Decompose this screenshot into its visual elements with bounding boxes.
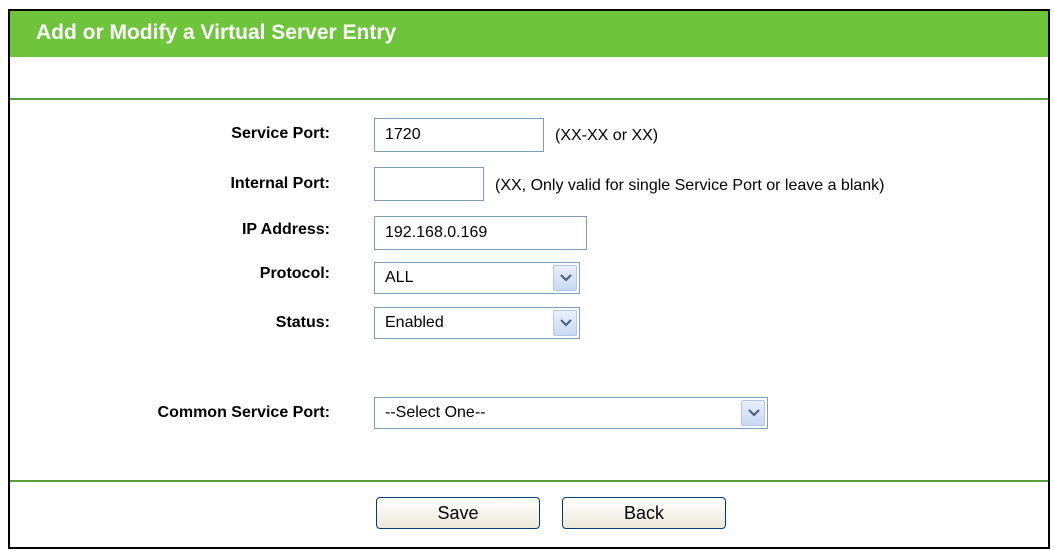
save-button[interactable]: Save — [376, 497, 540, 529]
ip-address-label: IP Address: — [241, 221, 330, 238]
ip-address-input[interactable]: 192.168.0.169 — [374, 216, 587, 250]
status-label: Status: — [275, 314, 330, 331]
page-title: Add or Modify a Virtual Server Entry — [36, 21, 397, 44]
status-selected-value: Enabled — [385, 314, 444, 331]
service-port-input[interactable]: 1720 — [374, 118, 544, 152]
chevron-down-icon[interactable] — [553, 265, 577, 291]
status-select[interactable]: Enabled — [374, 307, 580, 339]
protocol-selected-value: ALL — [385, 269, 414, 286]
virtual-server-panel: Add or Modify a Virtual Server Entry Ser… — [8, 9, 1050, 549]
common-service-port-select[interactable]: --Select One-- — [374, 397, 768, 429]
protocol-select[interactable]: ALL — [374, 262, 580, 294]
service-port-label: Service Port: — [231, 125, 330, 142]
service-port-hint: (XX-XX or XX) — [555, 127, 659, 144]
internal-port-input[interactable] — [374, 167, 484, 201]
common-service-port-label: Common Service Port: — [157, 404, 330, 421]
back-button[interactable]: Back — [562, 497, 726, 529]
protocol-label: Protocol: — [259, 265, 330, 282]
top-divider — [10, 98, 1048, 100]
chevron-down-icon[interactable] — [553, 310, 577, 336]
title-bar: Add or Modify a Virtual Server Entry — [10, 11, 1048, 57]
internal-port-label: Internal Port: — [230, 175, 330, 192]
internal-port-hint: (XX, Only valid for single Service Port … — [495, 177, 885, 194]
chevron-down-icon[interactable] — [741, 400, 765, 426]
common-service-port-selected-value: --Select One-- — [385, 404, 486, 421]
bottom-divider — [10, 480, 1048, 482]
